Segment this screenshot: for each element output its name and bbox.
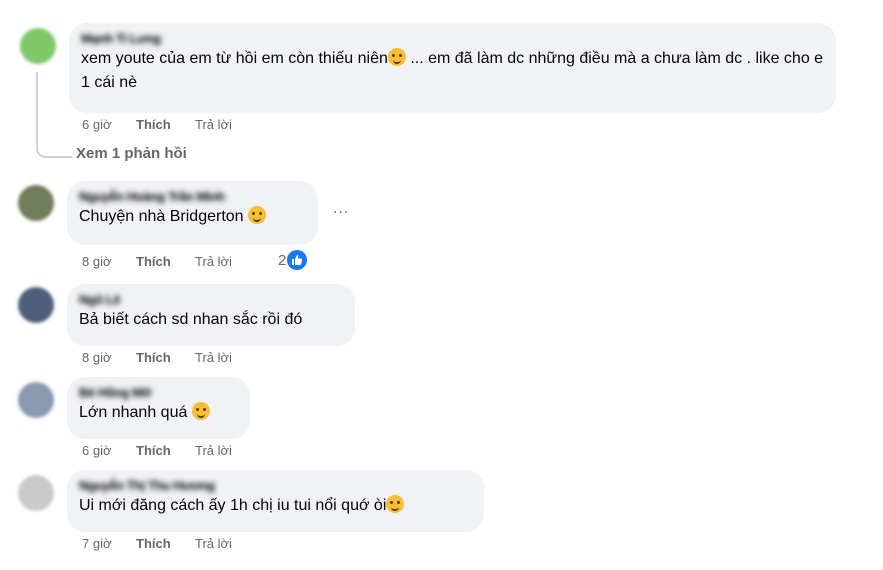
reply-button[interactable]: Trả lời: [195, 443, 232, 458]
comment-text-part: Ui mới đăng cách ấy 1h chị iu tui nổi qu…: [79, 497, 387, 514]
avatar[interactable]: [18, 475, 54, 511]
comment-author[interactable]: Ngô Lê: [79, 292, 343, 308]
comment-time[interactable]: 8 giờ: [82, 350, 136, 365]
more-options-icon[interactable]: ...: [333, 200, 349, 218]
comment-text-part: Lớn nhanh quá: [79, 404, 188, 421]
comment-bubble: Mạnh Ti Lưng xem youte của em từ hồi em …: [69, 23, 836, 113]
comment-author[interactable]: Mạnh Ti Lưng: [81, 31, 824, 47]
like-button[interactable]: Thích: [136, 443, 195, 458]
comment-time[interactable]: 7 giờ: [82, 536, 136, 551]
like-reaction-icon: [287, 250, 308, 270]
avatar[interactable]: [18, 287, 54, 323]
comment-text: xem youte của em từ hồi em còn thiếu niê…: [81, 47, 824, 95]
comment-bubble: Nguyễn Thị Thu Hương Ui mới đăng cách ấy…: [67, 470, 484, 532]
comment-bubble: Nguyễn Hoàng Trần Minh Chuyện nhà Bridge…: [67, 181, 318, 245]
avatar[interactable]: [18, 382, 54, 418]
comment-time[interactable]: 6 giờ: [82, 117, 136, 132]
thread-line: [36, 72, 72, 158]
comment-actions: 6 giờ Thích Trả lời: [82, 117, 232, 132]
smile-emoji-icon: [191, 402, 210, 420]
comment-author[interactable]: Nguyễn Hoàng Trần Minh: [79, 189, 306, 205]
avatar[interactable]: [18, 185, 54, 221]
avatar[interactable]: [20, 28, 56, 64]
like-button[interactable]: Thích: [136, 350, 195, 365]
comment-author[interactable]: Bé Hồng Mỡ: [79, 385, 238, 401]
reply-button[interactable]: Trả lời: [195, 536, 232, 551]
reply-button[interactable]: Trả lời: [195, 117, 232, 132]
comment-bubble: Ngô Lê Bả biết cách sd nhan sắc rồi đó: [67, 284, 355, 346]
comment-actions: 8 giờ Thích Trả lời: [82, 350, 232, 365]
comment-time[interactable]: 6 giờ: [82, 443, 136, 458]
like-button[interactable]: Thích: [136, 536, 195, 551]
reaction-count: 2: [278, 252, 287, 269]
comment-actions: 8 giờ Thích Trả lời: [82, 254, 232, 269]
comment-text: Lớn nhanh quá: [79, 401, 238, 425]
thinking-emoji-icon: [248, 206, 267, 224]
like-button[interactable]: Thích: [136, 254, 195, 269]
comment-time[interactable]: 8 giờ: [82, 254, 136, 269]
comment-actions: 7 giờ Thích Trả lời: [82, 536, 232, 551]
reply-button[interactable]: Trả lời: [195, 254, 232, 269]
comment-text: Chuyện nhà Bridgerton: [79, 205, 306, 229]
comment-text: Ui mới đăng cách ấy 1h chị iu tui nổi qu…: [79, 494, 472, 518]
comment-author[interactable]: Nguyễn Thị Thu Hương: [79, 478, 472, 494]
view-replies-link[interactable]: Xem 1 phản hồi: [76, 145, 187, 162]
comment-text-part: Chuyện nhà Bridgerton: [79, 208, 244, 225]
pleading-emoji-icon: [386, 495, 405, 513]
reaction-summary[interactable]: 2: [278, 250, 308, 270]
like-button[interactable]: Thích: [136, 117, 195, 132]
comment-actions: 6 giờ Thích Trả lời: [82, 443, 232, 458]
comment-bubble: Bé Hồng Mỡ Lớn nhanh quá: [67, 377, 250, 439]
comment-text: Bả biết cách sd nhan sắc rồi đó: [79, 311, 303, 328]
reply-button[interactable]: Trả lời: [195, 350, 232, 365]
grin-emoji-icon: [387, 48, 406, 66]
comment-text-part: xem youte của em từ hồi em còn thiếu niê…: [81, 50, 388, 67]
